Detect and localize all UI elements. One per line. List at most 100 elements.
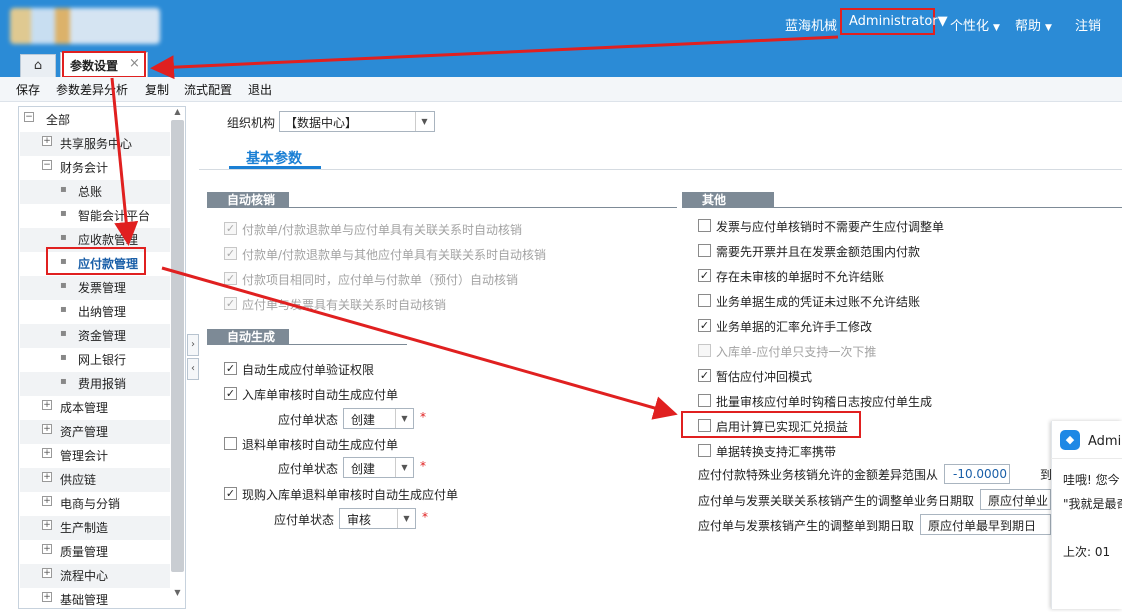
sidebar-item[interactable]: + 资产管理: [20, 420, 170, 444]
chevron-down-icon[interactable]: ▼: [395, 458, 413, 477]
checkbox-other-setting[interactable]: ✓: [698, 319, 711, 332]
sidebar-item[interactable]: ▪ 网上银行: [20, 348, 170, 372]
expand-panel-button[interactable]: ›: [187, 334, 199, 356]
sidebar-item-label: 共享服务中心: [60, 137, 133, 151]
invoice-date-label: 应付单与发票关联关系核销产生的调整单业务日期取: [698, 494, 975, 508]
checkbox-other-setting[interactable]: [698, 444, 711, 457]
org-name[interactable]: 蓝海机械: [785, 15, 837, 34]
expand-icon[interactable]: +: [42, 448, 52, 458]
section-other-title: 其他: [682, 192, 774, 208]
checkbox-other-setting[interactable]: ✓: [698, 269, 711, 282]
section-rule: [207, 207, 677, 208]
chat-icon: ◆: [1060, 430, 1080, 450]
checkbox-label: 业务单据生成的凭证未过账不允许结账: [716, 295, 921, 309]
help-menu[interactable]: 帮助 ▼: [1015, 15, 1052, 34]
chat-title: Admi: [1088, 434, 1122, 449]
checkbox-return-auto[interactable]: [224, 437, 237, 450]
logout-link[interactable]: 注销: [1075, 15, 1101, 34]
tab-basic-params[interactable]: 基本参数: [246, 148, 302, 168]
checkbox-label: 入库单审核时自动生成应付单: [242, 388, 399, 402]
sidebar-item-label: 发票管理: [78, 281, 127, 295]
tolerance-from-input[interactable]: -10.0000: [944, 464, 1010, 484]
sidebar-item[interactable]: ▪ 发票管理: [20, 276, 170, 300]
chevron-down-icon[interactable]: ▼: [395, 409, 413, 428]
chevron-down-icon[interactable]: ▼: [397, 509, 415, 528]
checkbox-other-setting[interactable]: ✓: [698, 369, 711, 382]
checkbox-verify-permission[interactable]: ✓: [224, 362, 237, 375]
sidebar-item[interactable]: − 全部: [20, 108, 170, 132]
bullet-icon: ▪: [60, 328, 67, 339]
expand-icon[interactable]: +: [42, 424, 52, 434]
expand-icon[interactable]: +: [42, 136, 52, 146]
expand-icon[interactable]: +: [42, 520, 52, 530]
scroll-up-icon[interactable]: ▲: [171, 107, 184, 119]
expand-icon[interactable]: +: [42, 592, 52, 602]
checkbox-auto-writeoff[interactable]: ✓: [224, 222, 237, 235]
select-value: 创建: [351, 413, 376, 427]
home-tab[interactable]: ⌂: [20, 54, 56, 77]
divider: [199, 169, 1122, 170]
checkbox-other-setting[interactable]: [698, 219, 711, 232]
personalize-menu[interactable]: 个性化 ▼: [950, 15, 1000, 34]
sidebar-scrollbar[interactable]: [171, 120, 184, 572]
sidebar-item-label: 生产制造: [60, 521, 109, 535]
param-diff-button[interactable]: 参数差异分析: [56, 81, 128, 98]
checkbox-inbound-auto[interactable]: ✓: [224, 387, 237, 400]
expand-icon[interactable]: +: [42, 472, 52, 482]
sidebar-item[interactable]: + 共享服务中心: [20, 132, 170, 156]
help-label: 帮助: [1015, 19, 1042, 34]
required-mark: *: [420, 410, 426, 424]
checkbox-other-setting[interactable]: [698, 344, 711, 357]
chevron-down-icon: ▼: [993, 23, 1000, 33]
sidebar-item-label: 质量管理: [60, 545, 109, 559]
sidebar-item[interactable]: + 生产制造: [20, 516, 170, 540]
checkbox-label: 单据转换支持汇率携带: [716, 445, 837, 459]
expand-icon[interactable]: +: [42, 568, 52, 578]
checkbox-auto-writeoff[interactable]: ✓: [224, 297, 237, 310]
sidebar-item-label: 总账: [78, 185, 103, 199]
sidebar-item[interactable]: + 质量管理: [20, 540, 170, 564]
sidebar-item-label: 管理会计: [60, 449, 109, 463]
sidebar-item[interactable]: + 供应链: [20, 468, 170, 492]
checkbox-purchase-auto[interactable]: ✓: [224, 487, 237, 500]
home-icon: ⌂: [33, 58, 43, 73]
checkbox-auto-writeoff[interactable]: ✓: [224, 247, 237, 260]
checkbox-label: 发票与应付单核销时不需要产生应付调整单: [716, 220, 945, 234]
checkbox-label: 入库单-应付单只支持一次下推: [716, 345, 877, 359]
sidebar-item[interactable]: + 基础管理: [20, 588, 170, 612]
exit-button[interactable]: 退出: [248, 81, 272, 98]
sidebar-item[interactable]: − 财务会计: [20, 156, 170, 180]
scroll-down-icon[interactable]: ▼: [171, 588, 184, 600]
expand-icon[interactable]: +: [42, 400, 52, 410]
collapse-panel-button[interactable]: ‹: [187, 358, 199, 380]
select-value: 原应付单最早到期日: [928, 519, 1037, 533]
due-date-label: 应付单与发票核销产生的调整单到期日取: [698, 519, 915, 533]
checkbox-auto-writeoff[interactable]: ✓: [224, 272, 237, 285]
checkbox-other-setting[interactable]: [698, 244, 711, 257]
sidebar-item[interactable]: + 成本管理: [20, 396, 170, 420]
status-label: 应付单状态: [278, 413, 339, 427]
flow-config-button[interactable]: 流式配置: [184, 81, 232, 98]
copy-button[interactable]: 复制: [145, 81, 169, 98]
sidebar-item[interactable]: + 电商与分销: [20, 492, 170, 516]
collapse-icon[interactable]: −: [24, 112, 34, 122]
sidebar-item[interactable]: ▪ 总账: [20, 180, 170, 204]
checkbox-other-setting[interactable]: [698, 394, 711, 407]
sidebar-item[interactable]: ▪ 出纳管理: [20, 300, 170, 324]
sidebar-item[interactable]: + 管理会计: [20, 444, 170, 468]
chevron-down-icon[interactable]: ▼: [415, 112, 433, 131]
collapse-icon[interactable]: −: [42, 160, 52, 170]
bullet-icon: ▪: [60, 280, 67, 291]
checkbox-other-setting[interactable]: [698, 294, 711, 307]
sidebar-item[interactable]: ▪ 资金管理: [20, 324, 170, 348]
expand-icon[interactable]: +: [42, 496, 52, 506]
save-button[interactable]: 保存: [16, 81, 40, 98]
chevron-down-icon: ▼: [937, 14, 948, 29]
sidebar-item[interactable]: ▪ 费用报销: [20, 372, 170, 396]
sidebar-item[interactable]: + 流程中心: [20, 564, 170, 588]
sidebar-item[interactable]: ▪ 智能会计平台: [20, 204, 170, 228]
expand-icon[interactable]: +: [42, 544, 52, 554]
user-menu-button[interactable]: Administrator▼: [840, 8, 948, 35]
highlight-box-sidebar: [46, 247, 146, 275]
checkbox-label: 应付单与发票具有关联关系时自动核销: [242, 298, 447, 312]
